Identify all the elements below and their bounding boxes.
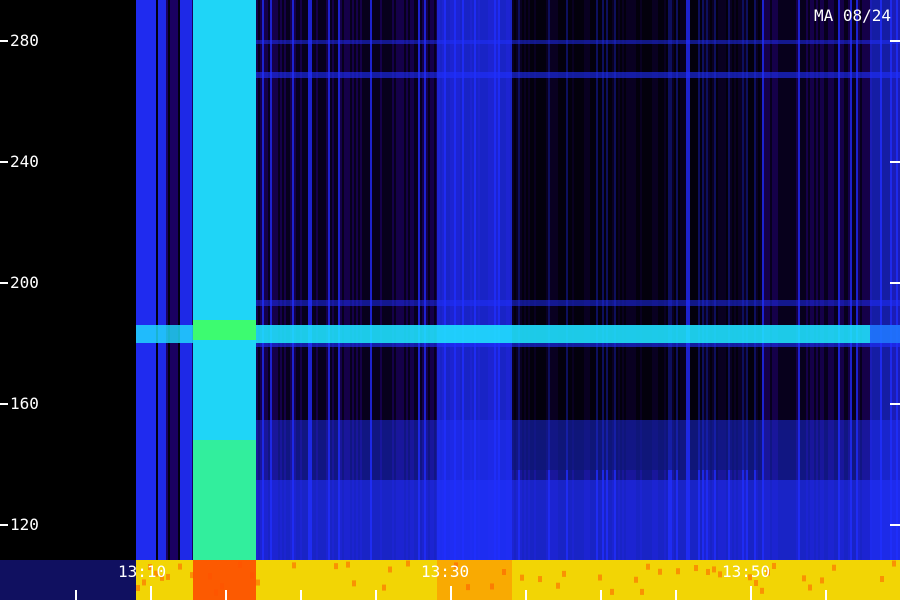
- spectro-horizontal-band: [256, 343, 900, 347]
- spectro-bottom-noise: [646, 563, 650, 570]
- station-date-label: MA 08/24: [813, 6, 891, 25]
- spectro-bright-column: [158, 0, 166, 560]
- spectro-bottom-noise: [634, 576, 638, 583]
- spectro-bottom-noise: [772, 562, 776, 569]
- y-tick-mark-right: [890, 524, 900, 526]
- spectro-peak: [193, 440, 256, 560]
- spectro-bottom-noise: [256, 579, 260, 586]
- time-label: 13:30: [421, 562, 470, 581]
- y-tick-mark-right: [890, 403, 900, 405]
- spectro-horizontal-band: [256, 325, 900, 343]
- spectro-horizontal-band: [256, 72, 900, 78]
- spectro-bottom-noise: [520, 574, 524, 581]
- spectro-bottom-noise: [250, 572, 254, 579]
- y-tick-label: 160: [10, 394, 39, 413]
- spectro-bottom-noise: [502, 569, 506, 576]
- spectro-bottom-noise: [238, 561, 242, 568]
- spectro-bottom-noise: [346, 561, 350, 568]
- y-tick-label: 200: [10, 273, 39, 292]
- spectro-gap: [600, 0, 680, 470]
- spectro-bottom-noise: [406, 560, 410, 567]
- spectro-bottom-noise: [694, 565, 698, 572]
- spectro-bottom-noise: [556, 582, 560, 589]
- y-tick-label: 240: [10, 152, 39, 171]
- spectro-gap: [690, 0, 760, 470]
- spectro-bottom-noise: [538, 576, 542, 583]
- y-tick-mark-right: [890, 282, 900, 284]
- spectro-bottom-noise: [166, 573, 170, 580]
- spectro-bottom-noise: [136, 584, 140, 591]
- spectro-lower-fill: [256, 420, 900, 560]
- x-tick-mark: [300, 590, 302, 600]
- x-tick-mark: [225, 590, 227, 600]
- y-tick-mark: [0, 282, 8, 284]
- spectro-bottom-noise: [214, 589, 218, 596]
- y-tick-mark-right: [890, 161, 900, 163]
- spectro-bottom-noise: [676, 568, 680, 575]
- x-tick-mark: [75, 590, 77, 600]
- spectro-bottom-noise: [610, 588, 614, 595]
- spectro-bottom-noise: [658, 568, 662, 575]
- spectro-bottom-noise: [334, 563, 338, 570]
- spectrogram: [0, 0, 900, 600]
- time-label: 13:10: [118, 562, 167, 581]
- spectro-bottom-noise: [832, 564, 836, 571]
- y-tick-mark: [0, 403, 8, 405]
- y-tick-mark: [0, 40, 8, 42]
- spectro-bottom-noise: [466, 584, 470, 591]
- spectro-bottom-noise: [712, 566, 716, 573]
- x-tick-mark: [675, 590, 677, 600]
- x-tick-mark: [525, 590, 527, 600]
- y-tick-mark: [0, 161, 8, 163]
- spectro-bottom-noise: [598, 574, 602, 581]
- spectro-dark-line: [156, 0, 158, 560]
- spectro-gap: [510, 0, 600, 470]
- x-tick-mark: [150, 586, 152, 600]
- x-tick-mark: [450, 586, 452, 600]
- spectro-bright-column: [136, 0, 156, 560]
- spectro-bottom-noise: [190, 572, 194, 579]
- y-tick-mark-right: [890, 40, 900, 42]
- spectro-horizontal-band: [256, 40, 900, 44]
- y-tick-label: 280: [10, 31, 39, 50]
- spectro-bottom-noise: [388, 566, 392, 573]
- spectro-peak: [193, 320, 256, 340]
- x-tick-mark: [825, 590, 827, 600]
- spectro-bottom-noise: [880, 576, 884, 583]
- x-tick-mark: [600, 590, 602, 600]
- spectro-horizontal-band: [256, 300, 900, 306]
- spectro-bottom-noise: [352, 580, 356, 587]
- spectro-bottom-noise: [562, 570, 566, 577]
- x-tick-mark: [750, 586, 752, 600]
- spectro-bottom-noise: [802, 575, 806, 582]
- spectro-bottom-noise: [808, 584, 812, 591]
- spectro-bottom-noise: [760, 587, 764, 594]
- spectro-bottom-noise: [382, 584, 386, 591]
- y-tick-label: 120: [10, 515, 39, 534]
- spectro-right-edge: [870, 0, 900, 560]
- spectro-bottom-noise: [820, 577, 824, 584]
- spectro-bottom-noise: [706, 568, 710, 575]
- spectro-bottom-noise: [220, 583, 224, 590]
- spectro-bottom-noise: [640, 588, 644, 595]
- x-tick-mark: [375, 590, 377, 600]
- y-tick-mark: [0, 524, 8, 526]
- spectro-bottom-noise: [208, 573, 212, 580]
- spectro-bottom-noise: [178, 563, 182, 570]
- spectro-bottom-noise: [490, 583, 494, 590]
- spectro-bottom-noise: [892, 560, 896, 567]
- spectrogram-image: [0, 0, 900, 600]
- spectro-horizontal-band: [136, 325, 193, 343]
- time-label: 13:50: [722, 562, 771, 581]
- spectro-bright-column: [180, 0, 192, 560]
- spectro-bottom-noise: [292, 562, 296, 569]
- spectro-dark-line: [168, 0, 170, 560]
- spectro-dark-line: [178, 0, 180, 560]
